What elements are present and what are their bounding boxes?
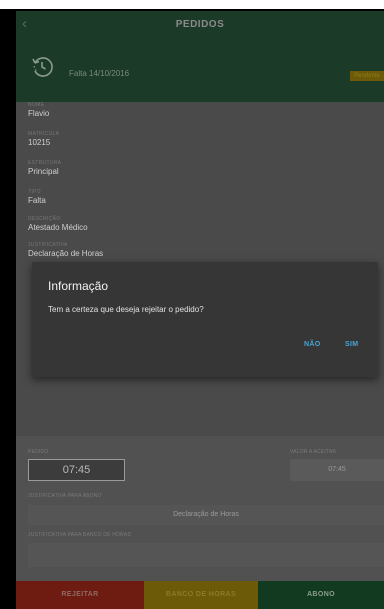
field-value: 10215 (28, 138, 51, 147)
abono-justification-field[interactable]: Declaração de Horas (28, 505, 384, 525)
app-bar: ‹ PEDIDOS (16, 11, 384, 39)
request-type-date: Falta 14/10/2016 (69, 69, 130, 78)
top-strip (0, 0, 384, 9)
field-label: JUSTIFICATIVA (28, 242, 68, 248)
reject-button[interactable]: REJEITAR (16, 581, 144, 609)
app-screen: ‹ PEDIDOS Falta 14/10/2016 Pendente NOME… (16, 11, 384, 609)
field-value: Falta (28, 196, 46, 205)
field-value: Principal (28, 167, 59, 176)
pedido-label: PEDIDO (28, 449, 49, 455)
abono-button[interactable]: ABONO (258, 581, 384, 609)
field-nome: NOME Flavio (28, 102, 49, 118)
bank-justification-field[interactable] (28, 543, 384, 567)
yes-button[interactable]: SIM (345, 341, 358, 348)
field-label: TIPO (28, 189, 41, 195)
page-title: PEDIDOS (175, 19, 225, 30)
pedido-time-field[interactable]: 07:45 (28, 459, 125, 481)
bank-justification-label: JUSTIFICATIVA PARA BANCO DE HORAS (28, 532, 132, 538)
field-label: DESCRIÇÃO (28, 216, 61, 222)
action-bar: REJEITAR BANCO DE HORAS ABONO (16, 581, 384, 609)
field-descricao: DESCRIÇÃO Atestado Médico (28, 216, 88, 232)
field-value: Atestado Médico (28, 223, 88, 232)
dialog-message: Tem a certeza que deseja rejeitar o pedi… (48, 305, 204, 314)
field-label: MATRÍCULA (28, 131, 60, 137)
confirm-dialog: Informação Tem a certeza que deseja reje… (32, 262, 378, 377)
screenshot-frame: ‹ PEDIDOS Falta 14/10/2016 Pendente NOME… (0, 0, 384, 609)
abono-justification-label: JUSTIFICATIVA PARA ABONO (28, 493, 102, 499)
field-value: Flavio (28, 109, 50, 118)
valor-aceitar-field[interactable]: 07:45 (290, 459, 384, 481)
field-value: Declaração de Horas (28, 249, 104, 258)
valor-aceitar-label: VALOR A ACEITAR (290, 449, 337, 455)
field-tipo: TIPO Falta (28, 189, 46, 205)
status-badge: Pendente (350, 71, 384, 81)
no-button[interactable]: NÃO (304, 341, 320, 348)
field-estrutura: ESTRUTURA Principal (28, 160, 61, 176)
dialog-title: Informação (48, 279, 109, 293)
field-justificativa: JUSTIFICATIVA Declaração de Horas (28, 242, 103, 258)
field-matricula: MATRÍCULA 10215 (28, 131, 59, 147)
field-label: ESTRUTURA (28, 160, 62, 166)
clock-history-icon (32, 57, 53, 77)
field-label: NOME (28, 102, 45, 108)
request-summary: Falta 14/10/2016 Pendente (16, 39, 384, 102)
bank-hours-button[interactable]: BANCO DE HORAS (144, 581, 258, 609)
